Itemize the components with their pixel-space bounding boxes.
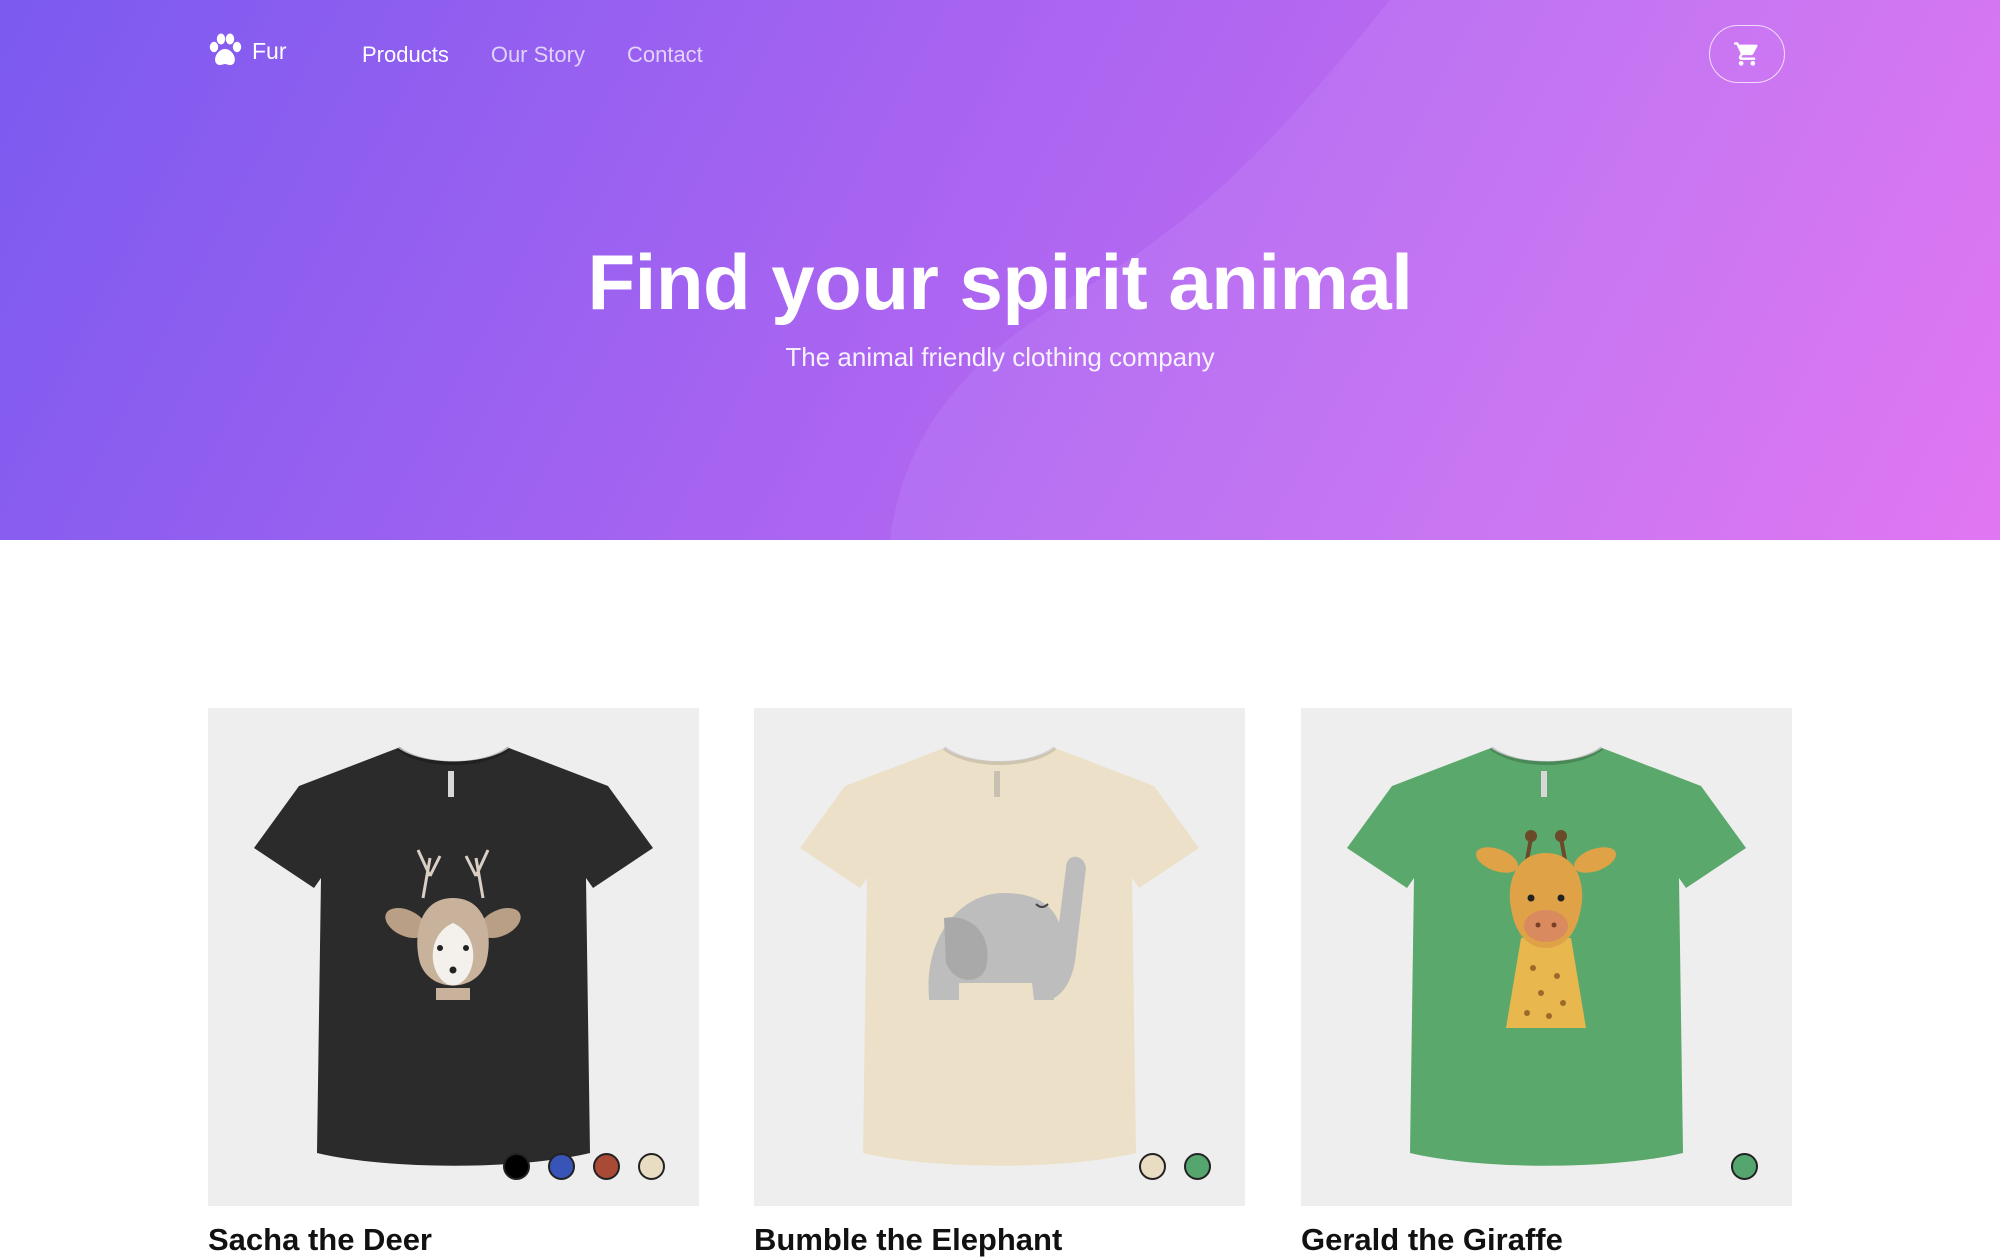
color-swatches xyxy=(1713,1153,1758,1180)
nav-link-our-story[interactable]: Our Story xyxy=(491,40,585,70)
brand-logo[interactable]: Fur xyxy=(208,32,287,70)
top-navigation: Fur Products Our Story Contact xyxy=(0,0,2000,110)
hero-banner: Fur Products Our Story Contact Find your… xyxy=(0,0,2000,540)
color-swatch[interactable] xyxy=(1184,1153,1211,1180)
product-image[interactable] xyxy=(754,708,1245,1206)
color-swatch[interactable] xyxy=(548,1153,575,1180)
hero-subtitle: The animal friendly clothing company xyxy=(785,342,1215,372)
color-swatch[interactable] xyxy=(1731,1153,1758,1180)
product-image[interactable] xyxy=(208,708,699,1206)
product-card-deer[interactable]: Sacha the Deer xyxy=(208,708,699,1260)
product-card-elephant[interactable]: Bumble the Elephant xyxy=(754,708,1245,1260)
color-swatch[interactable] xyxy=(503,1153,530,1180)
product-title[interactable]: Bumble the Elephant xyxy=(754,1206,1245,1260)
product-title[interactable]: Gerald the Giraffe xyxy=(1301,1206,1792,1260)
nav-link-contact[interactable]: Contact xyxy=(627,40,703,70)
brand-name: Fur xyxy=(252,37,287,64)
nav-link-products[interactable]: Products xyxy=(362,40,449,70)
color-swatch[interactable] xyxy=(1139,1153,1166,1180)
hero-title: Find your spirit animal xyxy=(587,238,1413,326)
product-image[interactable] xyxy=(1301,708,1792,1206)
paw-icon xyxy=(209,33,242,66)
color-swatch[interactable] xyxy=(638,1153,665,1180)
color-swatches xyxy=(485,1153,665,1180)
tshirt-image xyxy=(800,746,1199,1166)
product-title[interactable]: Sacha the Deer xyxy=(208,1206,699,1260)
color-swatches xyxy=(1121,1153,1211,1180)
cart-button[interactable] xyxy=(1709,25,1785,83)
tshirt-image xyxy=(1347,746,1746,1166)
cart-icon xyxy=(1734,42,1758,66)
color-swatch[interactable] xyxy=(593,1153,620,1180)
tshirt-image xyxy=(254,746,653,1166)
product-card-giraffe[interactable]: Gerald the Giraffe xyxy=(1301,708,1792,1260)
nav-links: Products Our Story Contact xyxy=(362,40,745,70)
